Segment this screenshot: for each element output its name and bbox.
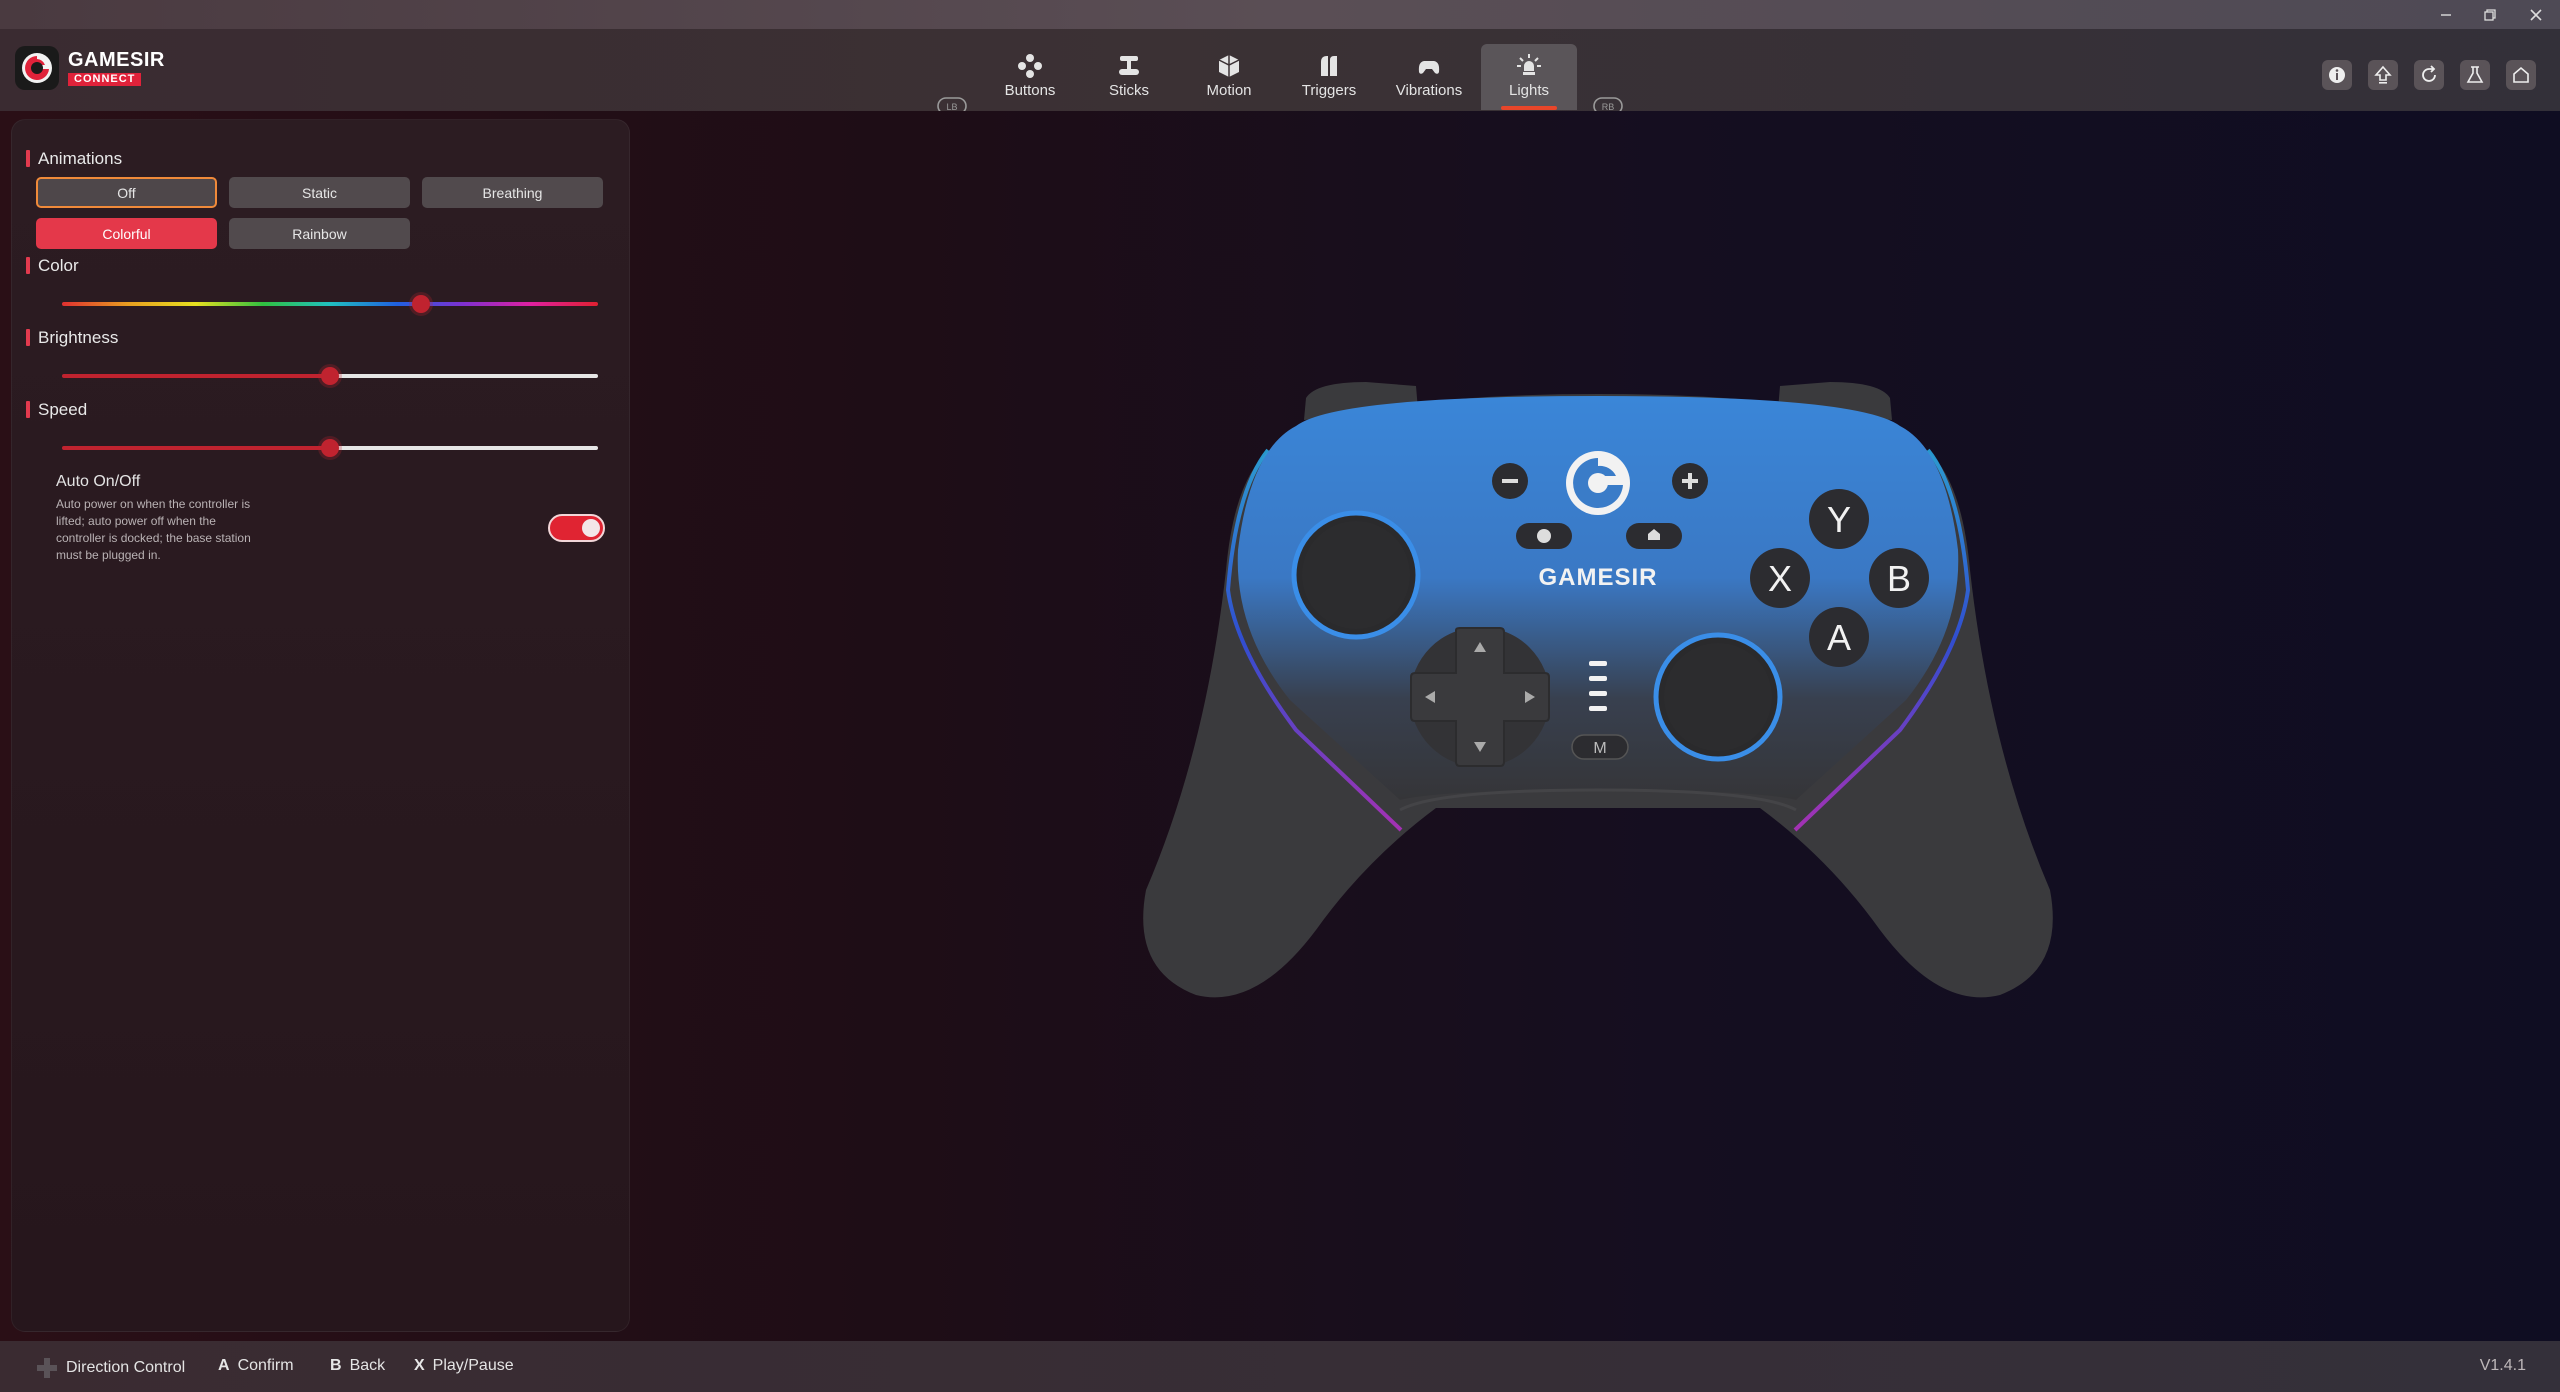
buttons-icon (1018, 54, 1042, 78)
window-titlebar (0, 0, 2560, 29)
info-icon[interactable] (2322, 60, 2352, 90)
hint-confirm: A Confirm (218, 1357, 294, 1375)
hint-back-label: Back (349, 1357, 386, 1374)
tab-vibrations[interactable]: Vibrations (1381, 44, 1477, 110)
lights-settings-panel: Animations Off Static Breathing Colorful… (11, 119, 630, 1332)
dpad-icon (37, 1358, 57, 1378)
controller-illustration: GAMESIR Y X B A M (1143, 382, 2053, 998)
player-led-4 (1589, 706, 1607, 711)
brand-name: GAMESIR (68, 49, 165, 71)
tab-vibrations-label: Vibrations (1395, 82, 1463, 99)
hint-play-pause-label: Play/Pause (432, 1357, 514, 1374)
right-stick (1664, 643, 1772, 751)
brand-tag: CONNECT (68, 73, 142, 86)
home-icon[interactable] (2506, 60, 2536, 90)
tab-triggers-label: Triggers (1301, 82, 1357, 99)
a-button-label: A (1827, 617, 1851, 658)
hint-confirm-key: A (218, 1357, 230, 1374)
color-slider-thumb[interactable] (412, 295, 431, 313)
tab-motion-label: Motion (1206, 82, 1252, 99)
upgrade-icon[interactable] (2368, 60, 2398, 90)
x-button-label: X (1768, 558, 1792, 599)
animation-colorful-button[interactable]: Colorful (36, 218, 217, 249)
animation-rainbow-button[interactable]: Rainbow (229, 218, 410, 249)
tab-motion[interactable]: Motion (1181, 44, 1277, 110)
hint-back: B Back (330, 1357, 385, 1375)
speed-slider-thumb[interactable] (321, 439, 339, 457)
animation-off-button[interactable]: Off (36, 177, 217, 208)
top-navigation: GAMESIR CONNECT LB Buttons Sticks Motion (0, 29, 2560, 115)
auto-onoff-title: Auto On/Off (56, 473, 141, 490)
restore-icon[interactable] (2468, 0, 2512, 29)
close-icon[interactable] (2514, 0, 2558, 29)
color-slider[interactable] (62, 295, 598, 313)
toggle-knob (582, 519, 600, 537)
tab-lights[interactable]: Lights (1481, 44, 1577, 110)
controller-brand-label: GAMESIR (1538, 564, 1657, 591)
left-stick (1302, 521, 1410, 629)
animation-static-button[interactable]: Static (229, 177, 410, 208)
reset-icon[interactable] (2414, 60, 2444, 90)
vibrations-icon (1418, 61, 1440, 74)
gamesir-logo-icon (15, 46, 59, 90)
brightness-slider[interactable] (62, 367, 598, 385)
sticks-icon (1119, 56, 1139, 75)
brand: GAMESIR CONNECT (14, 45, 165, 91)
m-button-label: M (1593, 740, 1606, 757)
motion-icon (1218, 55, 1240, 77)
brightness-title: Brightness (26, 328, 118, 348)
hint-back-key: B (330, 1357, 342, 1374)
lights-icon (1517, 54, 1541, 75)
minimize-icon[interactable] (2424, 0, 2468, 29)
speed-slider[interactable] (62, 439, 598, 457)
speed-title: Speed (26, 400, 87, 420)
player-led-2 (1589, 676, 1607, 681)
version-label: V1.4.1 (2479, 1357, 2526, 1374)
y-button-label: Y (1827, 499, 1851, 540)
b-button-label: B (1887, 558, 1911, 599)
hint-play-pause-key: X (414, 1357, 425, 1374)
animation-breathing-button[interactable]: Breathing (422, 177, 603, 208)
tab-triggers[interactable]: Triggers (1281, 44, 1377, 110)
brightness-slider-thumb[interactable] (321, 367, 339, 385)
tab-buttons-label: Buttons (1004, 82, 1056, 99)
player-led-1 (1589, 661, 1607, 666)
animations-title: Animations (26, 149, 122, 169)
hint-play-pause: X Play/Pause (414, 1357, 514, 1375)
hint-confirm-label: Confirm (237, 1357, 294, 1374)
footer-bar: Direction Control A Confirm B Back X Pla… (0, 1341, 2560, 1392)
tab-lights-label: Lights (1508, 82, 1550, 99)
color-title: Color (26, 256, 79, 276)
hint-direction-label: Direction Control (66, 1359, 186, 1376)
auto-onoff-description: Auto power on when the controller is lif… (56, 497, 251, 562)
tab-sticks-label: Sticks (1108, 82, 1149, 99)
tab-sticks[interactable]: Sticks (1081, 44, 1177, 110)
lab-icon[interactable] (2460, 60, 2490, 90)
player-led-3 (1589, 691, 1607, 696)
tab-buttons[interactable]: Buttons (982, 44, 1078, 110)
triggers-icon (1321, 56, 1337, 76)
hint-direction-control: Direction Control (36, 1357, 185, 1379)
auto-onoff-toggle[interactable] (548, 514, 605, 542)
